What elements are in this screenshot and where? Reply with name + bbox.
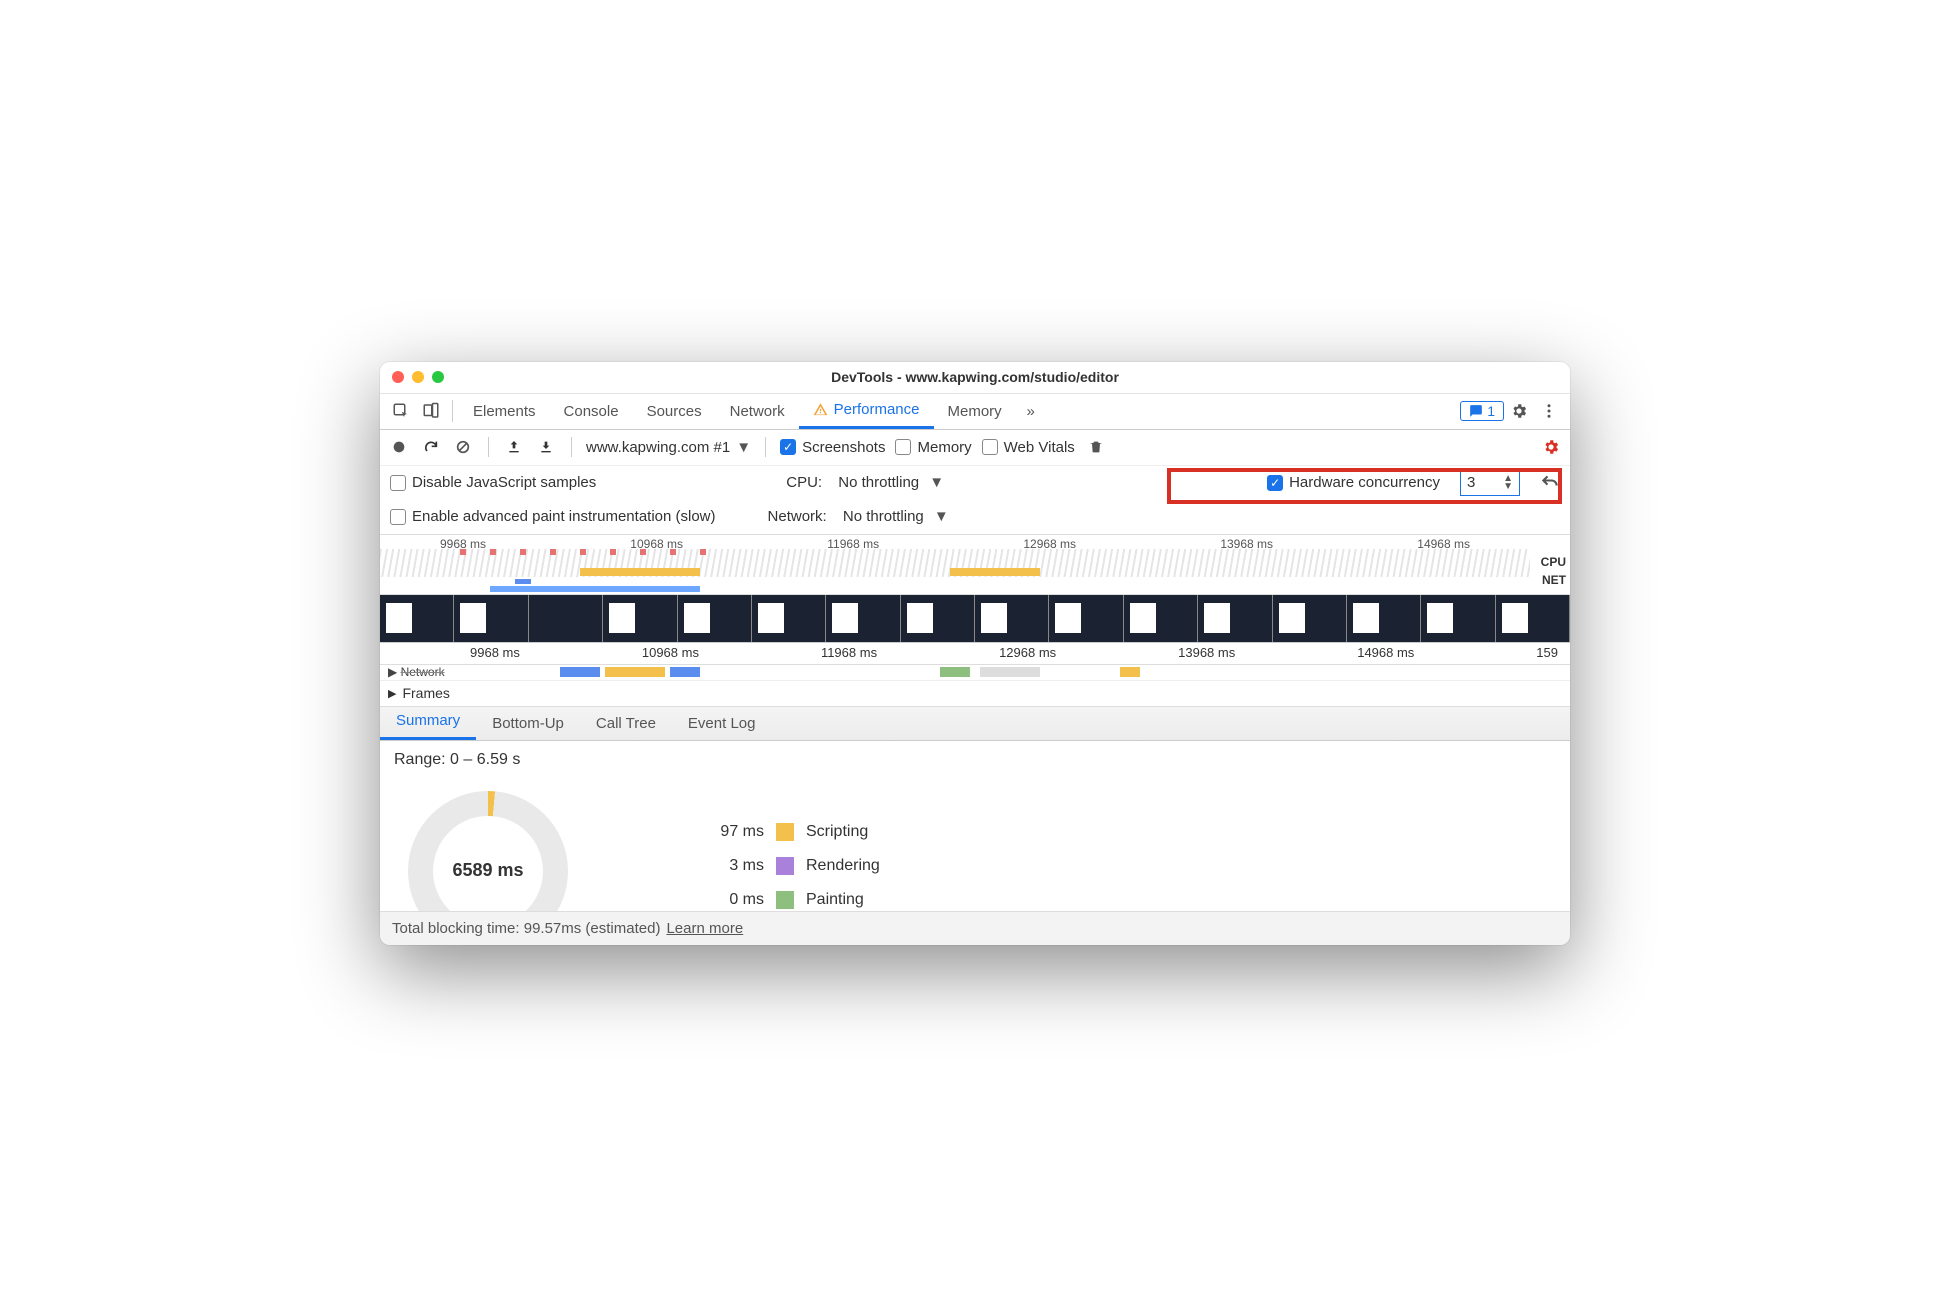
legend-row-painting: 0 ms Painting	[704, 883, 1556, 911]
filmstrip-frame[interactable]	[678, 595, 752, 642]
titlebar: DevTools - www.kapwing.com/studio/editor	[380, 362, 1570, 394]
summary-range: Range: 0 – 6.59 s	[394, 751, 1556, 769]
filmstrip-frame[interactable]	[1421, 595, 1495, 642]
filmstrip-frame[interactable]	[454, 595, 528, 642]
learn-more-link[interactable]: Learn more	[666, 920, 743, 937]
network-track-label: ▶ Network	[388, 665, 445, 679]
tab-network[interactable]: Network	[716, 393, 799, 429]
filmstrip-frame[interactable]	[1347, 595, 1421, 642]
tab-performance[interactable]: Performance	[799, 393, 934, 429]
checkbox-icon	[780, 439, 796, 455]
settings-icon[interactable]	[1504, 396, 1534, 426]
disable-js-samples-checkbox[interactable]: Disable JavaScript samples	[390, 474, 596, 491]
filmstrip-frame[interactable]	[975, 595, 1049, 642]
tab-sources[interactable]: Sources	[633, 393, 716, 429]
tab-bottom-up[interactable]: Bottom-Up	[476, 709, 580, 740]
perf-toolbar: www.kapwing.com #1 ▼ Screenshots Memory …	[380, 430, 1570, 466]
flamechart-tracks[interactable]: ▶ Network	[380, 665, 1570, 681]
upload-profile-button[interactable]	[503, 436, 525, 458]
filmstrip-frame[interactable]	[529, 595, 603, 642]
target-select[interactable]: www.kapwing.com #1 ▼	[586, 439, 751, 456]
capture-settings-icon[interactable]	[1540, 436, 1562, 458]
checkbox-icon	[982, 439, 998, 455]
download-profile-button[interactable]	[535, 436, 557, 458]
filmstrip-frame[interactable]	[603, 595, 677, 642]
checkbox-icon	[390, 509, 406, 525]
network-throttle-select[interactable]: Network: No throttling ▼	[768, 508, 949, 525]
tab-event-log[interactable]: Event Log	[672, 709, 772, 740]
window-title: DevTools - www.kapwing.com/studio/editor	[380, 369, 1570, 385]
feedback-badge[interactable]: 1	[1460, 401, 1504, 421]
tab-console[interactable]: Console	[550, 393, 633, 429]
filmstrip-frame[interactable]	[380, 595, 454, 642]
reload-record-button[interactable]	[420, 436, 442, 458]
tab-memory[interactable]: Memory	[934, 393, 1016, 429]
tab-elements[interactable]: Elements	[459, 393, 550, 429]
disclosure-triangle-icon: ▶	[388, 687, 396, 700]
chevron-down-icon: ▼	[930, 508, 949, 525]
details-tabstrip: Summary Bottom-Up Call Tree Event Log	[380, 707, 1570, 741]
device-toggle-icon[interactable]	[416, 396, 446, 426]
summary-legend: 97 ms Scripting 3 ms Rendering 0 ms Pain…	[704, 815, 1556, 911]
record-button[interactable]	[388, 436, 410, 458]
screenshot-filmstrip[interactable]	[380, 595, 1570, 643]
filmstrip-frame[interactable]	[826, 595, 900, 642]
memory-checkbox[interactable]: Memory	[895, 439, 971, 456]
tab-summary[interactable]: Summary	[380, 706, 476, 740]
clear-button[interactable]	[452, 436, 474, 458]
filmstrip-frame[interactable]	[1273, 595, 1347, 642]
swatch-icon	[776, 857, 794, 875]
cpu-throttle-select[interactable]: CPU: No throttling ▼	[786, 474, 944, 491]
swatch-icon	[776, 891, 794, 909]
filmstrip-frame[interactable]	[1124, 595, 1198, 642]
summary-pane: Range: 0 – 6.59 s 6589 ms 97 ms Scriptin…	[380, 741, 1570, 911]
capture-options: Disable JavaScript samples CPU: No throt…	[380, 466, 1570, 535]
trash-icon[interactable]	[1085, 436, 1107, 458]
hardware-concurrency-highlight	[1167, 468, 1562, 504]
warning-icon	[813, 402, 828, 417]
total-blocking-time: Total blocking time: 99.57ms (estimated)	[392, 920, 660, 937]
devtools-window: DevTools - www.kapwing.com/studio/editor…	[380, 362, 1570, 945]
frames-track-header[interactable]: ▶ Frames	[380, 681, 1570, 707]
legend-row-scripting: 97 ms Scripting	[704, 815, 1556, 849]
timeline-overview[interactable]: 9968 ms 10968 ms 11968 ms 12968 ms 13968…	[380, 535, 1570, 595]
filmstrip-frame[interactable]	[1496, 595, 1570, 642]
advanced-paint-checkbox[interactable]: Enable advanced paint instrumentation (s…	[390, 508, 716, 525]
summary-footer: Total blocking time: 99.57ms (estimated)…	[380, 911, 1570, 945]
webvitals-checkbox[interactable]: Web Vitals	[982, 439, 1075, 456]
kebab-menu-icon[interactable]	[1534, 396, 1564, 426]
devtools-tabstrip: Elements Console Sources Network Perform…	[380, 394, 1570, 430]
swatch-icon	[776, 823, 794, 841]
summary-donut: 6589 ms	[408, 791, 568, 911]
filmstrip-frame[interactable]	[1049, 595, 1123, 642]
legend-row-rendering: 3 ms Rendering	[704, 849, 1556, 883]
filmstrip-frame[interactable]	[752, 595, 826, 642]
overview-lane-labels: CPU NET	[1541, 553, 1566, 589]
checkbox-icon	[895, 439, 911, 455]
chevron-down-icon: ▼	[925, 474, 944, 491]
chevron-down-icon: ▼	[736, 439, 751, 456]
summary-total: 6589 ms	[452, 860, 523, 881]
flamechart-ruler[interactable]: 9968 ms 10968 ms 11968 ms 12968 ms 13968…	[380, 643, 1570, 665]
checkbox-icon	[390, 475, 406, 491]
inspect-element-icon[interactable]	[386, 396, 416, 426]
tab-call-tree[interactable]: Call Tree	[580, 709, 672, 740]
screenshots-checkbox[interactable]: Screenshots	[780, 439, 885, 456]
filmstrip-frame[interactable]	[1198, 595, 1272, 642]
more-tabs-button[interactable]: »	[1016, 396, 1046, 426]
filmstrip-frame[interactable]	[901, 595, 975, 642]
